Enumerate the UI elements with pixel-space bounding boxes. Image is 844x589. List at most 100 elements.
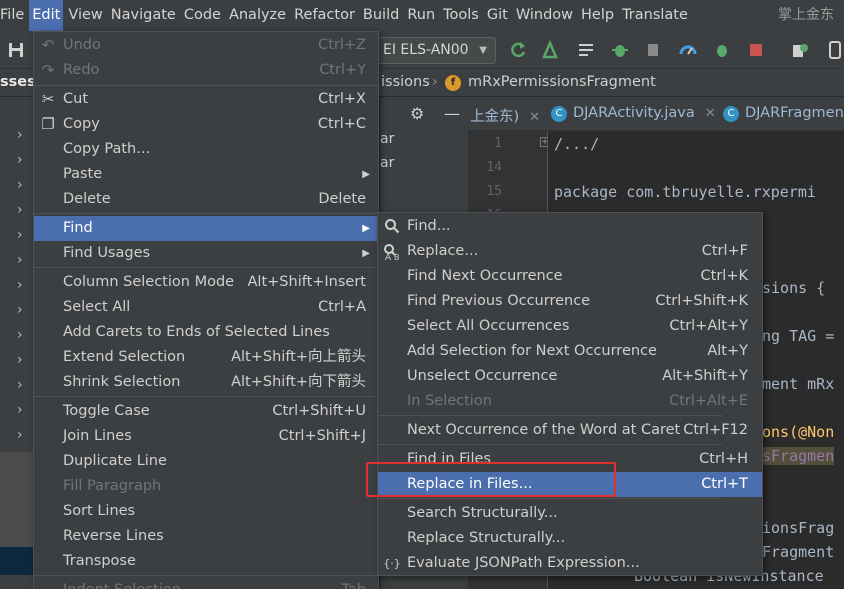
menu-build[interactable]: Build bbox=[360, 0, 402, 31]
close-icon[interactable]: ✕ bbox=[705, 106, 716, 121]
copy-icon: ❐ bbox=[41, 115, 55, 133]
menu-item-find-dialog[interactable]: Find... bbox=[378, 214, 762, 239]
breadcrumb-class[interactable]: issions bbox=[381, 74, 430, 90]
attach-icon[interactable] bbox=[644, 40, 664, 60]
tree-expand-icon[interactable]: › bbox=[17, 352, 23, 368]
menu-item-label: Paste bbox=[63, 166, 103, 182]
tree-expand-icon[interactable]: › bbox=[17, 127, 23, 143]
menu-view[interactable]: View bbox=[65, 0, 105, 31]
tree-expand-icon[interactable]: › bbox=[17, 377, 23, 393]
menu-item-find-usages[interactable]: Find Usages ▶ bbox=[34, 241, 378, 266]
menu-item-shortcut: Ctrl+Shift+J bbox=[278, 428, 366, 444]
menu-item-evaluate-jsonpath[interactable]: {·} Evaluate JSONPath Expression... bbox=[378, 551, 762, 576]
tree-expand-icon[interactable]: › bbox=[17, 427, 23, 443]
tree-item[interactable]: ar bbox=[380, 131, 394, 147]
device-manager-icon[interactable] bbox=[790, 40, 810, 60]
menu-item-reverse-lines[interactable]: Reverse Lines bbox=[34, 524, 378, 549]
menu-item-shortcut: Ctrl+X bbox=[318, 91, 366, 107]
menu-item-add-selection-next[interactable]: Add Selection for Next Occurrence Alt+Y bbox=[378, 339, 762, 364]
save-icon[interactable] bbox=[6, 40, 26, 60]
debug-attach-icon[interactable] bbox=[712, 40, 732, 60]
menu-item-paste[interactable]: Paste ▶ bbox=[34, 162, 378, 187]
menu-help[interactable]: Help bbox=[578, 0, 617, 31]
menu-separator bbox=[34, 267, 378, 268]
menu-edit[interactable]: Edit bbox=[29, 0, 64, 31]
menu-git[interactable]: Git bbox=[484, 0, 511, 31]
menu-item-join-lines[interactable]: Join Lines Ctrl+Shift+J bbox=[34, 424, 378, 449]
menu-item-label: Copy bbox=[63, 116, 100, 132]
tree-item[interactable]: ar bbox=[380, 155, 394, 171]
menu-refactor[interactable]: Refactor bbox=[291, 0, 358, 31]
menu-item-delete[interactable]: Delete Delete bbox=[34, 187, 378, 212]
debug-icon[interactable] bbox=[610, 40, 630, 60]
apply-changes-icon[interactable] bbox=[540, 40, 560, 60]
menu-item-select-all-occurrences[interactable]: Select All Occurrences Ctrl+Alt+Y bbox=[378, 314, 762, 339]
menu-item-shortcut: Alt+Shift+向下箭头 bbox=[231, 374, 366, 390]
menu-item-shrink-selection[interactable]: Shrink Selection Alt+Shift+向下箭头 bbox=[34, 370, 378, 395]
device-select[interactable]: EI ELS-AN00 ▼ bbox=[372, 37, 496, 64]
close-icon[interactable]: ✕ bbox=[529, 110, 540, 125]
editor-tab[interactable]: C DJARActivity.java ✕ bbox=[551, 105, 716, 122]
stop-icon[interactable] bbox=[746, 40, 766, 60]
cut-icon: ✂ bbox=[41, 90, 55, 108]
menu-item-label: Find bbox=[63, 220, 93, 236]
menu-item-next-word-occurrence[interactable]: Next Occurrence of the Word at Caret Ctr… bbox=[378, 418, 762, 443]
tree-expand-icon[interactable]: › bbox=[17, 302, 23, 318]
menu-item-label: Transpose bbox=[63, 553, 136, 569]
menu-item-select-all[interactable]: Select All Ctrl+A bbox=[34, 295, 378, 320]
menu-tools[interactable]: Tools bbox=[440, 0, 482, 31]
menu-item-copy[interactable]: ❐ Copy Ctrl+C bbox=[34, 112, 378, 137]
tab-label: DJARFragment bbox=[745, 105, 844, 121]
menu-item-duplicate-line[interactable]: Duplicate Line bbox=[34, 449, 378, 474]
menu-item-toggle-case[interactable]: Toggle Case Ctrl+Shift+U bbox=[34, 399, 378, 424]
menu-item-column-selection[interactable]: Column Selection Mode Alt+Shift+Insert bbox=[34, 270, 378, 295]
sync-icon[interactable] bbox=[508, 40, 528, 60]
menu-item-shortcut: Ctrl+T bbox=[701, 476, 748, 492]
menu-item-search-structurally[interactable]: Search Structurally... bbox=[378, 501, 762, 526]
menu-item-sort-lines[interactable]: Sort Lines bbox=[34, 499, 378, 524]
menu-file[interactable]: File bbox=[0, 0, 27, 31]
tree-selection-active bbox=[0, 547, 33, 575]
phone-icon[interactable] bbox=[826, 40, 844, 60]
menu-analyze[interactable]: Analyze bbox=[226, 0, 289, 31]
gear-icon[interactable]: ⚙ bbox=[410, 104, 424, 123]
menu-navigate[interactable]: Navigate bbox=[108, 0, 179, 31]
editor-tab[interactable]: 上金东) ✕ bbox=[470, 105, 540, 126]
menu-item-undo[interactable]: ↶ Undo Ctrl+Z bbox=[34, 33, 378, 58]
menu-item-replace-structurally[interactable]: Replace Structurally... bbox=[378, 526, 762, 551]
breadcrumb-field[interactable]: mRxPermissionsFragment bbox=[468, 74, 656, 90]
menu-item-cut[interactable]: ✂ Cut Ctrl+X bbox=[34, 87, 378, 112]
menu-translate[interactable]: Translate bbox=[619, 0, 691, 31]
menu-item-redo[interactable]: ↷ Redo Ctrl+Y bbox=[34, 58, 378, 83]
list-icon[interactable] bbox=[576, 40, 596, 60]
menu-item-find-next[interactable]: Find Next Occurrence Ctrl+K bbox=[378, 264, 762, 289]
minimize-icon[interactable]: — bbox=[444, 104, 460, 123]
profiler-icon[interactable] bbox=[678, 40, 698, 60]
tree-expand-icon[interactable]: › bbox=[17, 152, 23, 168]
menu-item-unselect-occurrence[interactable]: Unselect Occurrence Alt+Shift+Y bbox=[378, 364, 762, 389]
menu-window[interactable]: Window bbox=[513, 0, 576, 31]
menu-item-shortcut: Ctrl+Shift+K bbox=[655, 293, 748, 309]
menu-item-in-selection[interactable]: In Selection Ctrl+Alt+E bbox=[378, 389, 762, 414]
editor-tab[interactable]: C DJARFragment bbox=[723, 105, 844, 122]
menu-item-copy-path[interactable]: Copy Path... bbox=[34, 137, 378, 162]
tree-expand-icon[interactable]: › bbox=[17, 252, 23, 268]
code-line: ment mRx bbox=[762, 375, 835, 393]
tree-expand-icon[interactable]: › bbox=[17, 277, 23, 293]
menu-item-find-previous[interactable]: Find Previous Occurrence Ctrl+Shift+K bbox=[378, 289, 762, 314]
menu-item-find[interactable]: Find ▶ bbox=[34, 216, 378, 241]
menu-item-label: Search Structurally... bbox=[407, 505, 558, 521]
menu-code[interactable]: Code bbox=[181, 0, 224, 31]
menu-item-extend-selection[interactable]: Extend Selection Alt+Shift+向上箭头 bbox=[34, 345, 378, 370]
menu-item-indent-selection[interactable]: Indent Selection Tab bbox=[34, 578, 378, 589]
tree-expand-icon[interactable]: › bbox=[17, 327, 23, 343]
menu-item-replace[interactable]: AB Replace... Ctrl+F bbox=[378, 239, 762, 264]
tree-expand-icon[interactable]: › bbox=[17, 202, 23, 218]
menu-item-fill-paragraph[interactable]: Fill Paragraph bbox=[34, 474, 378, 499]
menu-item-transpose[interactable]: Transpose bbox=[34, 549, 378, 574]
menu-item-add-carets[interactable]: Add Carets to Ends of Selected Lines bbox=[34, 320, 378, 345]
tree-expand-icon[interactable]: › bbox=[17, 177, 23, 193]
menu-run[interactable]: Run bbox=[404, 0, 438, 31]
tree-expand-icon[interactable]: › bbox=[17, 402, 23, 418]
tree-expand-icon[interactable]: › bbox=[17, 227, 23, 243]
